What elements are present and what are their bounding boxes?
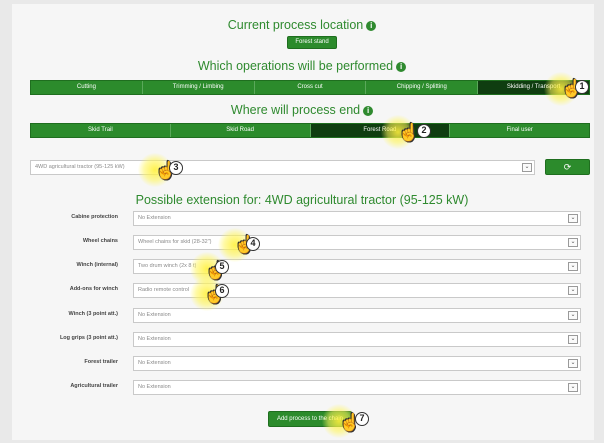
select-value: No Extension <box>138 312 171 318</box>
select-value: No Extension <box>138 384 171 390</box>
select-forest-trailer[interactable]: No Extension ⌄ <box>133 356 581 371</box>
select-value: No Extension <box>138 215 171 221</box>
chevron-down-icon[interactable]: ⌄ <box>568 311 578 320</box>
chevron-down-icon[interactable]: ⌄ <box>568 238 578 247</box>
forest-stand-button[interactable]: Forest stand <box>287 36 337 49</box>
chevron-down-icon[interactable]: ⌄ <box>568 214 578 223</box>
machine-select-value: 4WD agricultural tractor (95-125 kW) <box>35 164 125 170</box>
select-winch-3-point[interactable]: No Extension ⌄ <box>133 308 581 323</box>
operations-title-text: Which operations will be performed <box>197 59 394 73</box>
chevron-down-icon[interactable]: ⌄ <box>568 383 578 392</box>
location-title-text: Current process location <box>227 18 364 32</box>
select-value: Radio remote control <box>138 287 190 293</box>
select-log-grips[interactable]: No Extension ⌄ <box>133 332 581 347</box>
select-value: Wheel chains for skid (28-32") <box>138 239 212 245</box>
process-end-title-text: Where will process end <box>230 103 361 117</box>
step-marker: 1 <box>575 80 589 94</box>
step-marker: 5 <box>215 260 229 274</box>
refresh-icon: ⟳ <box>563 162 572 172</box>
info-icon[interactable]: i <box>396 62 407 72</box>
location-title: Current process location i <box>0 18 604 32</box>
label-winch-internal: Winch (internal) <box>76 262 118 268</box>
tab-trimming-limbing[interactable]: Trimming / Limbing <box>143 81 255 94</box>
label-wheel-chains: Wheel chains <box>82 238 118 244</box>
chevron-down-icon[interactable]: ⌄ <box>522 163 532 172</box>
info-icon[interactable]: i <box>363 106 374 116</box>
extension-title: Possible extension for: 4WD agricultural… <box>135 193 469 207</box>
operations-tabs: Cutting Trimming / Limbing Cross cut Chi… <box>30 80 590 95</box>
tab-final-user[interactable]: Final user <box>450 124 589 137</box>
step-marker: 3 <box>169 161 183 175</box>
tab-cutting[interactable]: Cutting <box>31 81 143 94</box>
label-forest-trailer: Forest trailer <box>84 359 118 365</box>
machine-select[interactable]: 4WD agricultural tractor (95-125 kW) ⌄ <box>30 160 535 175</box>
step-marker: 2 <box>417 124 431 138</box>
tab-cross-cut[interactable]: Cross cut <box>255 81 367 94</box>
chevron-down-icon[interactable]: ⌄ <box>568 286 578 295</box>
label-cabine-protection: Cabine protection <box>71 214 118 220</box>
step-marker: 4 <box>246 237 260 251</box>
refresh-button[interactable]: ⟳ <box>545 159 590 175</box>
select-value: No Extension <box>138 360 171 366</box>
pointer-hand-icon: ☝ <box>398 123 420 142</box>
step-marker: 6 <box>215 284 229 298</box>
tab-chipping-splitting[interactable]: Chipping / Splitting <box>366 81 479 94</box>
tab-skid-trail[interactable]: Skid Trail <box>31 124 171 137</box>
chevron-down-icon[interactable]: ⌄ <box>568 262 578 271</box>
chevron-down-icon[interactable]: ⌄ <box>568 359 578 368</box>
step-marker: 7 <box>355 412 369 426</box>
process-end-title: Where will process end i <box>0 103 604 117</box>
select-agricultural-trailer[interactable]: No Extension ⌄ <box>133 380 581 395</box>
label-log-grips: Log grips (3 point att.) <box>59 335 118 341</box>
info-icon[interactable]: i <box>366 21 377 31</box>
label-add-ons-for-winch: Add-ons for winch <box>69 286 118 292</box>
chevron-down-icon[interactable]: ⌄ <box>568 335 578 344</box>
operations-title: Which operations will be performed i <box>0 59 604 73</box>
process-end-tabs: Skid Trail Skid Road Forest Road Final u… <box>30 123 590 138</box>
select-value: Two drum winch (2x 8 t) <box>138 263 197 269</box>
select-cabine-protection[interactable]: No Extension ⌄ <box>133 211 581 226</box>
label-winch-3-point: Winch (3 point att.) <box>68 311 118 317</box>
select-wheel-chains[interactable]: Wheel chains for skid (28-32") ⌄ <box>133 235 581 250</box>
select-value: No Extension <box>138 336 171 342</box>
label-agricultural-trailer: Agricultural trailer <box>70 383 118 389</box>
tab-skid-road[interactable]: Skid Road <box>171 124 311 137</box>
